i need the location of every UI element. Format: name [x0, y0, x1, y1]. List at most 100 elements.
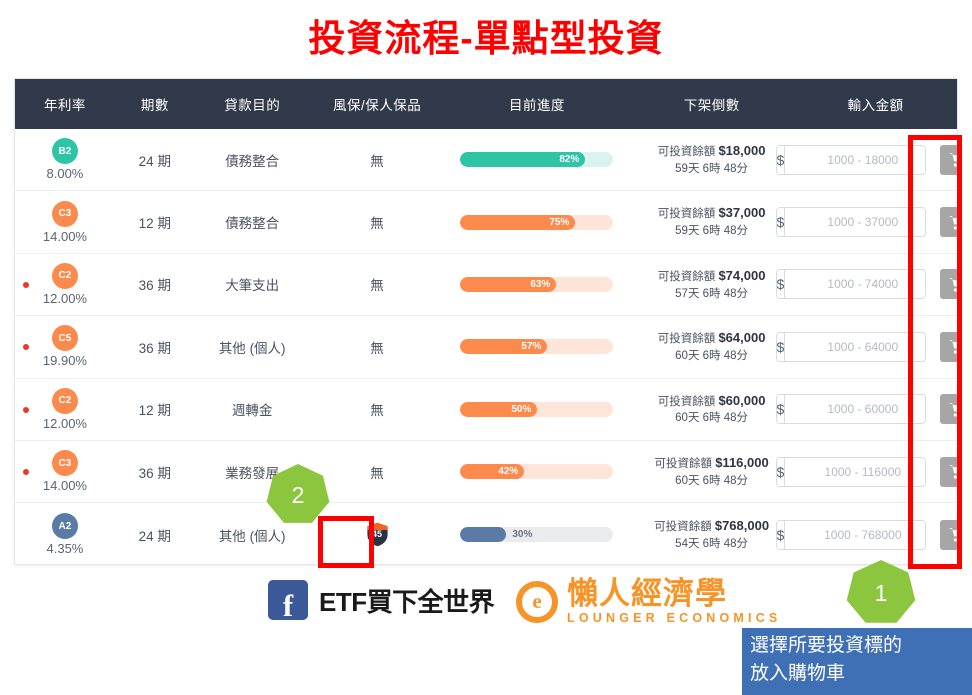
cell-rate: C2 12.00% [15, 379, 115, 440]
progress-bar: 30% [460, 527, 614, 543]
remaining-amount-value: $18,000 [718, 142, 766, 158]
guarantee-value: 無 [370, 340, 384, 356]
alert-dot-icon [22, 469, 29, 476]
term-value: 24 期 [138, 528, 171, 544]
guarantee-value: 無 [370, 153, 384, 169]
investment-table: 年利率 期數 貸款目的 風保/保人保品 目前進度 下架倒數 輸入金額 B2 8.0… [14, 78, 958, 565]
guarantee-value: 無 [370, 403, 384, 419]
shield-icon-wrapper: 45 [354, 513, 401, 556]
amount-input-group[interactable]: $ [775, 394, 926, 425]
amount-input[interactable] [785, 457, 925, 486]
cell-progress: 50% [444, 379, 629, 440]
remaining-amount-value: $74,000 [718, 267, 766, 283]
amount-input[interactable] [785, 208, 925, 237]
slide-canvas: 投資流程-單點型投資 年利率 期數 貸款目的 風保/保人保品 目前進度 下架倒數… [0, 0, 972, 695]
add-to-cart-button[interactable] [939, 207, 957, 238]
progress-bar-fill [460, 527, 507, 543]
term-value: 24 期 [138, 153, 171, 169]
remaining-amount-line: 可投資餘額 $64,000 [657, 330, 766, 346]
purpose-value: 債務整合 [225, 216, 280, 232]
facebook-icon: f [268, 580, 308, 621]
table-row: C2 12.00% 36 期 大筆支出 無 63% 可投資餘額 $74,000 57天 6時 … [15, 253, 957, 317]
amount-input-group[interactable]: $ [775, 144, 926, 175]
amount-input[interactable] [785, 145, 925, 174]
cell-rate: C5 19.90% [15, 316, 115, 377]
purpose-value: 週轉金 [231, 403, 273, 419]
add-to-cart-button[interactable] [939, 144, 957, 175]
add-to-cart-button[interactable] [939, 394, 957, 425]
cell-progress: 30% [444, 503, 629, 564]
amount-input-group[interactable]: $ [775, 207, 926, 238]
currency-prefix: $ [776, 270, 786, 299]
cell-rate: A2 4.35% [15, 503, 115, 564]
table-row: C5 19.90% 36 期 其他 (個人) 無 57% 可投資餘額 $64,000 60天 … [15, 316, 957, 379]
alert-dot-icon [22, 344, 29, 351]
column-header-guarantee: 風保/保人保品 [332, 98, 422, 113]
countdown-value: 60天 6時 48分 [675, 412, 749, 425]
progress-bar: 63% [460, 276, 614, 292]
amount-input[interactable] [785, 395, 925, 424]
cell-guarantee: 無 [310, 129, 445, 190]
amount-input[interactable] [785, 520, 925, 549]
cell-amount: $ [775, 503, 957, 564]
cell-purpose: 大筆支出 [195, 254, 310, 315]
term-value: 12 期 [138, 216, 171, 232]
purpose-value: 債務整合 [225, 153, 280, 169]
amount-input[interactable] [785, 270, 925, 299]
amount-input-group[interactable]: $ [775, 331, 926, 362]
add-to-cart-button[interactable] [939, 519, 957, 550]
term-value: 36 期 [138, 278, 171, 294]
add-to-cart-button[interactable] [939, 269, 957, 300]
annual-rate-value: 14.00% [42, 478, 87, 494]
progress-bar-label: 63% [530, 278, 551, 290]
countdown-value: 57天 6時 48分 [675, 287, 749, 300]
cell-term: 12 期 [115, 379, 195, 440]
progress-bar-label: 30% [512, 529, 533, 541]
cell-guarantee: 無 [310, 316, 445, 377]
add-to-cart-button[interactable] [939, 456, 957, 487]
progress-bar: 75% [460, 214, 614, 230]
cell-progress: 42% [444, 441, 629, 502]
cell-amount: $ [775, 129, 957, 190]
cell-countdown: 可投資餘額 $64,000 60天 6時 48分 [629, 316, 794, 377]
progress-bar-label: 82% [559, 154, 580, 166]
amount-input-group[interactable]: $ [775, 269, 926, 300]
cell-rate: C3 14.00% [15, 191, 115, 252]
add-to-cart-button[interactable] [939, 331, 957, 362]
countdown-value: 54天 6時 48分 [675, 537, 749, 550]
cell-term: 12 期 [115, 191, 195, 252]
cell-term: 24 期 [115, 129, 195, 190]
amount-input-group[interactable]: $ [775, 456, 926, 487]
term-value: 36 期 [138, 465, 171, 481]
annual-rate-value: 4.35% [46, 541, 84, 557]
cell-countdown: 可投資餘額 $18,000 59天 6時 48分 [629, 129, 794, 190]
shield-icon-value: 45 [372, 529, 383, 540]
table-row: C3 14.00% 36 期 業務發展 無 42% 可投資餘額 $116,000 60天 6時… [15, 440, 957, 504]
cell-term: 24 期 [115, 503, 195, 564]
table-body: B2 8.00% 24 期債務整合無 82% 可投資餘額 $18,000 59天 6時 4… [15, 129, 957, 564]
cell-amount: $ [775, 441, 957, 502]
table-row: B2 8.00% 24 期 債務整合 無 82% 可投資餘額 $18,000 59天 6時 4… [15, 129, 957, 192]
cell-progress: 82% [444, 129, 629, 190]
progress-bar-label: 50% [511, 403, 532, 415]
amount-input[interactable] [785, 332, 925, 361]
remaining-amount-value: $116,000 [715, 454, 769, 470]
progress-bar: 82% [460, 152, 614, 168]
cell-countdown: 可投資餘額 $116,000 60天 6時 48分 [629, 441, 794, 502]
column-header-countdown: 下架倒數 [683, 98, 740, 113]
annual-rate-value: 8.00% [46, 166, 84, 182]
currency-prefix: $ [776, 145, 786, 174]
remaining-amount-line: 可投資餘額 $116,000 [654, 454, 769, 470]
purpose-value: 大筆支出 [225, 278, 280, 294]
term-value: 12 期 [138, 403, 171, 419]
remaining-amount-value: $37,000 [718, 205, 766, 221]
lounger-name-en: LOUNGER ECONOMICS [567, 611, 782, 625]
currency-prefix: $ [776, 395, 786, 424]
remaining-amount-line: 可投資餘額 $18,000 [657, 142, 766, 158]
column-header-progress: 目前進度 [508, 98, 565, 113]
annual-rate-value: 12.00% [42, 290, 87, 306]
cell-progress: 63% [444, 254, 629, 315]
shield-icon: 45 [366, 522, 389, 547]
amount-input-group[interactable]: $ [775, 519, 926, 550]
annual-rate-value: 19.90% [42, 353, 87, 369]
